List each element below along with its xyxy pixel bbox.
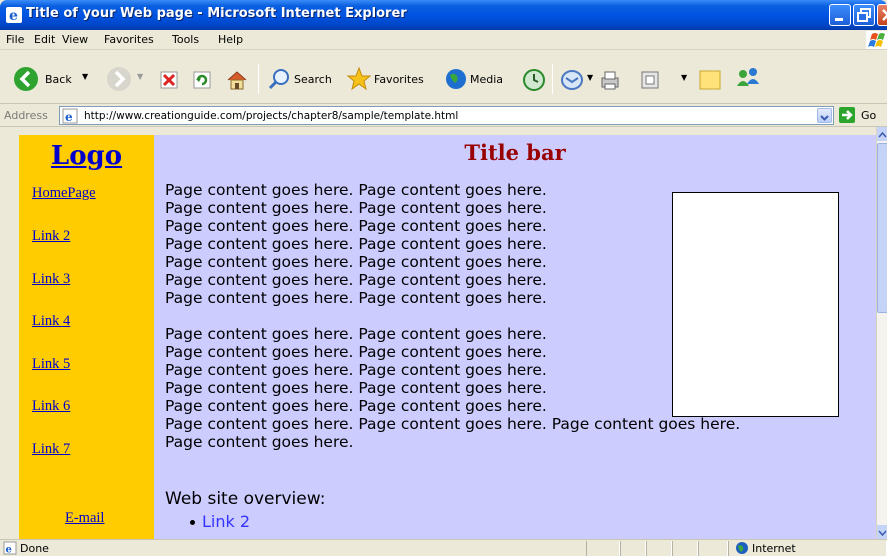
menu-edit[interactable]: Edit — [34, 33, 55, 46]
menu-view[interactable]: View — [62, 33, 88, 46]
toolbar: Back ▼ ▼ Search Favorites Media ▼ ▼ — [0, 51, 887, 104]
nav-link-6[interactable]: Link 6 — [32, 398, 70, 415]
print-icon[interactable] — [598, 68, 622, 92]
image-placeholder-box — [672, 192, 839, 417]
favorites-button[interactable]: Favorites — [346, 65, 436, 93]
back-dropdown-icon[interactable]: ▼ — [82, 72, 88, 81]
sidebar: Logo HomePage Link 2 Link 3 Link 4 Link … — [19, 135, 154, 539]
content-line: Page content goes here. Page content goe… — [165, 415, 741, 433]
history-icon[interactable] — [522, 68, 546, 92]
status-bar: e Done Internet — [0, 539, 887, 556]
status-cell — [672, 541, 698, 556]
toolbar-separator — [552, 64, 553, 94]
page-viewport: Logo HomePage Link 2 Link 3 Link 4 Link … — [0, 127, 887, 539]
toolbar-separator — [258, 64, 259, 94]
nav-link-2[interactable]: Link 2 — [32, 228, 70, 245]
overview-link-2[interactable]: Link 2 — [202, 512, 250, 531]
restore-icon — [857, 8, 871, 22]
edit-dropdown-icon[interactable]: ▼ — [681, 73, 687, 82]
window-titlebar[interactable]: e Title of your Web page - Microsoft Int… — [0, 0, 887, 30]
status-text: Done — [20, 542, 49, 555]
scroll-down-button[interactable] — [877, 525, 887, 539]
favorites-label: Favorites — [374, 73, 424, 86]
menu-help[interactable]: Help — [218, 33, 243, 46]
content-line: Page content goes here. — [165, 433, 354, 451]
forward-arrow-icon — [107, 67, 131, 91]
media-label: Media — [470, 73, 504, 86]
svg-text:e: e — [65, 110, 73, 124]
chevron-down-icon — [820, 115, 829, 121]
nav-link-homepage[interactable]: HomePage — [32, 185, 96, 202]
close-button[interactable] — [877, 4, 887, 26]
restore-button[interactable] — [853, 4, 875, 26]
address-dropdown-button[interactable] — [817, 108, 832, 123]
internet-globe-icon — [736, 542, 748, 554]
search-icon — [268, 69, 289, 90]
address-input[interactable]: e http://www.creationguide.com/projects/… — [59, 106, 834, 125]
go-arrow-icon — [842, 110, 853, 120]
forward-dropdown-icon[interactable]: ▼ — [137, 72, 143, 81]
ie-icon: e — [6, 7, 22, 23]
nav-link-5[interactable]: Link 5 — [32, 356, 70, 373]
ie-page-icon: e — [62, 108, 78, 124]
go-label[interactable]: Go — [861, 109, 876, 122]
go-button[interactable] — [839, 107, 855, 123]
page-title-bar: Title bar — [464, 140, 566, 165]
web-page: Logo HomePage Link 2 Link 3 Link 4 Link … — [19, 135, 876, 539]
list-bullet — [190, 520, 195, 525]
nav-link-3[interactable]: Link 3 — [32, 271, 70, 288]
browser-window: e Title of your Web page - Microsoft Int… — [0, 0, 887, 556]
mail-icon[interactable] — [560, 68, 584, 92]
scroll-up-button[interactable] — [877, 127, 887, 141]
minimize-icon — [835, 18, 843, 21]
stop-icon[interactable] — [160, 71, 178, 89]
status-cell — [586, 541, 620, 556]
refresh-icon[interactable] — [193, 71, 211, 89]
address-url: http://www.creationguide.com/projects/ch… — [84, 110, 459, 122]
svg-text:e: e — [6, 545, 12, 556]
status-cell — [646, 541, 672, 556]
status-cell — [698, 541, 728, 556]
window-title: Title of your Web page - Microsoft Inter… — [26, 6, 407, 21]
mail-dropdown-icon[interactable]: ▼ — [587, 73, 593, 82]
menu-tools[interactable]: Tools — [172, 33, 199, 46]
menu-bar: File Edit View Favorites Tools Help — [0, 30, 887, 50]
chevron-up-icon — [878, 131, 887, 138]
address-bar: Address e http://www.creationguide.com/p… — [0, 105, 887, 127]
overview-heading: Web site overview: — [165, 489, 326, 509]
media-globe-icon — [446, 69, 466, 89]
menu-file[interactable]: File — [6, 33, 24, 46]
security-zone-text: Internet — [752, 542, 796, 555]
svg-text:e: e — [9, 8, 18, 23]
back-arrow-icon — [14, 67, 38, 91]
scroll-thumb[interactable] — [877, 143, 887, 313]
status-cell — [620, 541, 646, 556]
logo-link[interactable]: Logo — [19, 141, 154, 171]
email-link[interactable]: E-mail — [65, 510, 104, 527]
close-icon — [882, 9, 887, 21]
forward-button[interactable]: ▼ — [105, 65, 145, 93]
star-icon — [346, 66, 372, 91]
nav-link-7[interactable]: Link 7 — [32, 441, 70, 458]
back-label: Back — [45, 73, 72, 86]
minimize-button[interactable] — [829, 4, 851, 26]
windows-logo-icon — [866, 31, 887, 49]
media-button[interactable]: Media — [444, 65, 514, 93]
overview-list: Link 2 — [190, 512, 250, 531]
vertical-scrollbar[interactable] — [876, 127, 887, 539]
nav-link-4[interactable]: Link 4 — [32, 313, 70, 330]
chevron-down-icon — [878, 530, 887, 537]
edit-icon[interactable] — [640, 70, 660, 90]
back-button[interactable]: Back ▼ — [12, 65, 98, 93]
discuss-icon[interactable] — [698, 68, 722, 92]
messenger-icon[interactable] — [734, 66, 762, 92]
viewport-margin — [0, 127, 19, 539]
address-label: Address — [4, 109, 48, 122]
search-button[interactable]: Search — [268, 65, 338, 93]
search-label: Search — [294, 73, 332, 86]
home-icon[interactable] — [226, 69, 248, 91]
page-done-icon: e — [3, 541, 17, 555]
menu-favorites[interactable]: Favorites — [104, 33, 154, 46]
